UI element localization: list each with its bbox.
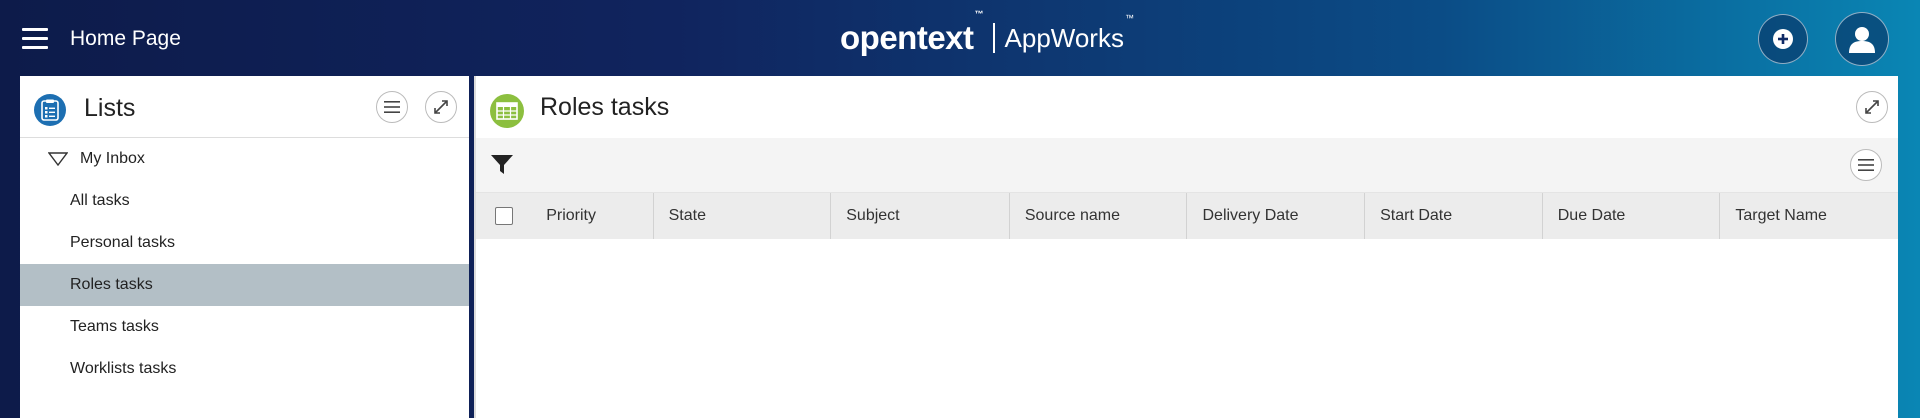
user-profile-button[interactable] [1835,12,1889,66]
tree-item-label: All tasks [70,192,130,209]
column-header-subject[interactable]: Subject [831,193,1010,239]
task-toolbar [476,138,1898,193]
tree-item-label: Roles tasks [70,276,153,293]
tree-item-teams-tasks[interactable]: Teams tasks [20,306,469,348]
lists-panel-title: Lists [84,94,136,122]
table-grid-icon [490,94,524,128]
tree-item-all-tasks[interactable]: All tasks [20,180,469,222]
plus-circle-icon [1773,29,1793,49]
add-button[interactable] [1758,14,1808,64]
tree-item-label: Worklists tasks [70,360,177,377]
lists-panel-header: Lists [20,76,469,138]
menu-lines-icon [384,101,400,113]
task-list-panel: Roles tasks Priority State Subject Sourc… [474,76,1898,418]
lists-maximize-button[interactable] [425,91,457,123]
menu-lines-icon [1858,159,1874,171]
tree-node-label: My Inbox [80,150,145,167]
column-header-priority[interactable]: Priority [531,193,654,239]
tree-item-label: Teams tasks [70,318,159,335]
lists-panel: Lists My Inbox All tasks Personal tasks … [20,76,469,418]
triangle-down-icon[interactable] [48,152,68,166]
column-header-start-date[interactable]: Start Date [1365,193,1543,239]
tree-item-roles-tasks[interactable]: Roles tasks [20,264,469,306]
task-panel-title: Roles tasks [540,93,670,121]
task-panel-maximize-button[interactable] [1856,91,1888,123]
tree-item-label: Personal tasks [70,234,175,251]
lists-menu-button[interactable] [376,91,408,123]
column-header-delivery-date[interactable]: Delivery Date [1187,193,1366,239]
expand-arrow-icon [1865,100,1879,114]
select-all-checkbox[interactable] [494,207,513,225]
tree-node-my-inbox[interactable]: My Inbox [20,138,469,180]
task-table-header: Priority State Subject Source name Deliv… [476,193,1898,239]
select-all-cell [476,193,531,239]
column-header-state[interactable]: State [654,193,832,239]
page-title: Home Page [70,27,181,50]
user-avatar-icon [1849,27,1875,53]
clipboard-list-icon [34,94,66,126]
tree-item-personal-tasks[interactable]: Personal tasks [20,222,469,264]
brand-separator [993,23,995,53]
column-header-due-date[interactable]: Due Date [1543,193,1721,239]
tree-item-worklists-tasks[interactable]: Worklists tasks [20,348,469,390]
app-header: Home Page opentext™ AppWorks™ [0,0,1920,76]
column-header-source-name[interactable]: Source name [1010,193,1188,239]
brand-logo: opentext™ AppWorks™ [840,9,1134,58]
task-table-body [476,239,1898,418]
column-header-target-name[interactable]: Target Name [1720,193,1898,239]
task-list-menu-button[interactable] [1850,149,1882,181]
hamburger-menu-icon[interactable] [22,28,48,50]
lists-tree: My Inbox All tasks Personal tasks Roles … [20,138,469,390]
expand-arrow-icon [434,100,448,114]
product-name: AppWorks™ [1004,12,1134,53]
task-panel-header: Roles tasks [476,76,1898,138]
filter-funnel-icon[interactable] [490,154,514,176]
brand-name: opentext™ [840,9,984,56]
